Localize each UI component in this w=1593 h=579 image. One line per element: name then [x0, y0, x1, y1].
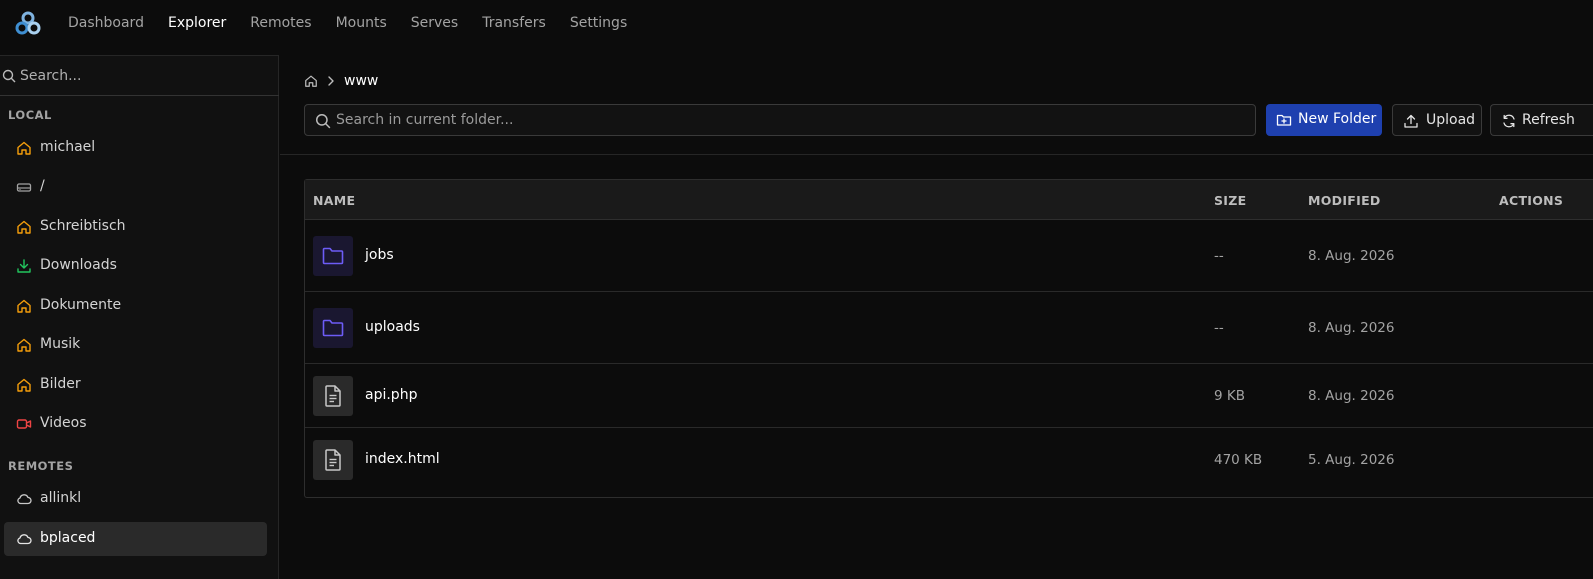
- new-folder-label: New Folder: [1298, 111, 1377, 127]
- refresh-label: Refresh: [1522, 112, 1575, 128]
- column-header-actions: ACTIONS: [1499, 193, 1564, 208]
- file-size: --: [1214, 320, 1224, 336]
- sidebar-item-dokumente[interactable]: Dokumente: [4, 289, 267, 323]
- sidebar-item-videos[interactable]: Videos: [4, 407, 267, 441]
- nav-settings[interactable]: Settings: [570, 15, 627, 31]
- table-row[interactable]: uploads -- 8. Aug. 2026: [305, 292, 1593, 364]
- sidebar-item-label: allinkl: [40, 490, 82, 506]
- file-modified: 5. Aug. 2026: [1308, 452, 1395, 468]
- nav-transfers[interactable]: Transfers: [482, 15, 546, 31]
- file-size: --: [1214, 248, 1224, 264]
- sidebar-item-musik[interactable]: Musik: [4, 328, 267, 362]
- sidebar-item-label: Dokumente: [40, 297, 122, 313]
- file-icon: [313, 440, 353, 480]
- folder-icon: [313, 236, 353, 276]
- sidebar-item-label: Musik: [40, 336, 81, 352]
- home-icon: [17, 141, 31, 155]
- sidebar-item-michael[interactable]: michael: [4, 131, 267, 165]
- file-modified: 8. Aug. 2026: [1308, 388, 1395, 404]
- nav-explorer[interactable]: Explorer: [168, 15, 226, 31]
- toolbar-divider: [280, 154, 1593, 155]
- nav-dashboard[interactable]: Dashboard: [68, 15, 144, 31]
- breadcrumb: www: [304, 71, 378, 91]
- column-header-modified[interactable]: MODIFIED: [1308, 193, 1381, 208]
- table-header: NAME SIZE MODIFIED ACTIONS: [305, 180, 1593, 220]
- sidebar-item-label: /: [40, 178, 45, 194]
- table-row[interactable]: jobs -- 8. Aug. 2026: [305, 220, 1593, 292]
- folder-search: [304, 104, 1256, 136]
- drive-icon: [16, 183, 32, 192]
- cloud-icon: [17, 494, 32, 505]
- home-icon: [17, 299, 31, 313]
- sidebar-item-label: Downloads: [40, 257, 117, 273]
- table-row[interactable]: api.php 9 KB 8. Aug. 2026: [305, 364, 1593, 428]
- home-icon: [17, 378, 31, 392]
- column-header-size[interactable]: SIZE: [1214, 193, 1246, 208]
- sidebar-item-label: Schreibtisch: [40, 218, 126, 234]
- file-size: 9 KB: [1214, 388, 1245, 404]
- file-name[interactable]: api.php: [365, 387, 417, 403]
- search-icon: [2, 69, 16, 83]
- cloud-icon: [17, 534, 32, 545]
- file-modified: 8. Aug. 2026: [1308, 248, 1395, 264]
- refresh-icon: [1503, 114, 1515, 128]
- home-icon[interactable]: [304, 74, 318, 88]
- sidebar-search: [0, 56, 279, 96]
- file-icon: [313, 376, 353, 416]
- file-name[interactable]: index.html: [365, 451, 440, 467]
- sidebar-item-schreibtisch[interactable]: Schreibtisch: [4, 210, 267, 244]
- nav-mounts[interactable]: Mounts: [336, 15, 387, 31]
- new-folder-button[interactable]: New Folder: [1266, 104, 1382, 136]
- app-logo-icon[interactable]: [15, 11, 41, 37]
- home-icon: [17, 338, 31, 352]
- sidebar-item-label: Videos: [40, 415, 87, 431]
- main-nav: Dashboard Explorer Remotes Mounts Serves…: [68, 0, 651, 46]
- sidebar-item-label: bplaced: [40, 530, 96, 546]
- file-size: 470 KB: [1214, 452, 1263, 468]
- folder-search-input[interactable]: [336, 109, 1236, 131]
- upload-label: Upload: [1426, 112, 1476, 128]
- upload-button[interactable]: Upload: [1392, 104, 1482, 136]
- home-icon: [17, 220, 31, 234]
- folder-icon: [313, 308, 353, 348]
- explorer-main: www New Folder Upload Refresh NAME SIZE …: [280, 55, 1593, 579]
- download-icon: [17, 259, 31, 273]
- folder-plus-icon: [1276, 114, 1292, 126]
- search-icon: [315, 113, 331, 129]
- refresh-button[interactable]: Refresh: [1490, 104, 1593, 136]
- remotes-section-label: REMOTES: [8, 459, 74, 473]
- nav-remotes[interactable]: Remotes: [250, 15, 311, 31]
- file-name[interactable]: jobs: [365, 247, 394, 263]
- video-icon: [16, 419, 32, 429]
- sidebar-item-bplaced[interactable]: bplaced: [4, 522, 267, 556]
- sidebar: LOCAL michael / Schreibtisch Downloads D…: [0, 55, 279, 579]
- top-navigation-bar: Dashboard Explorer Remotes Mounts Serves…: [0, 0, 1593, 46]
- table-row[interactable]: index.html 470 KB 5. Aug. 2026: [305, 428, 1593, 492]
- sidebar-item-bilder[interactable]: Bilder: [4, 368, 267, 402]
- sidebar-item-root[interactable]: /: [4, 170, 267, 204]
- sidebar-item-label: michael: [40, 139, 96, 155]
- sidebar-search-input[interactable]: [20, 64, 270, 88]
- sidebar-item-downloads[interactable]: Downloads: [4, 249, 267, 283]
- local-section-label: LOCAL: [8, 108, 52, 122]
- file-table: NAME SIZE MODIFIED ACTIONS jobs -- 8. Au…: [304, 179, 1593, 498]
- upload-icon: [1404, 114, 1418, 128]
- breadcrumb-current[interactable]: www: [344, 73, 378, 89]
- sidebar-item-allinkl[interactable]: allinkl: [4, 482, 267, 516]
- file-name[interactable]: uploads: [365, 319, 420, 335]
- chevron-right-icon: [328, 76, 334, 86]
- file-modified: 8. Aug. 2026: [1308, 320, 1395, 336]
- sidebar-item-label: Bilder: [40, 376, 81, 392]
- column-header-name[interactable]: NAME: [313, 193, 355, 208]
- nav-serves[interactable]: Serves: [411, 15, 458, 31]
